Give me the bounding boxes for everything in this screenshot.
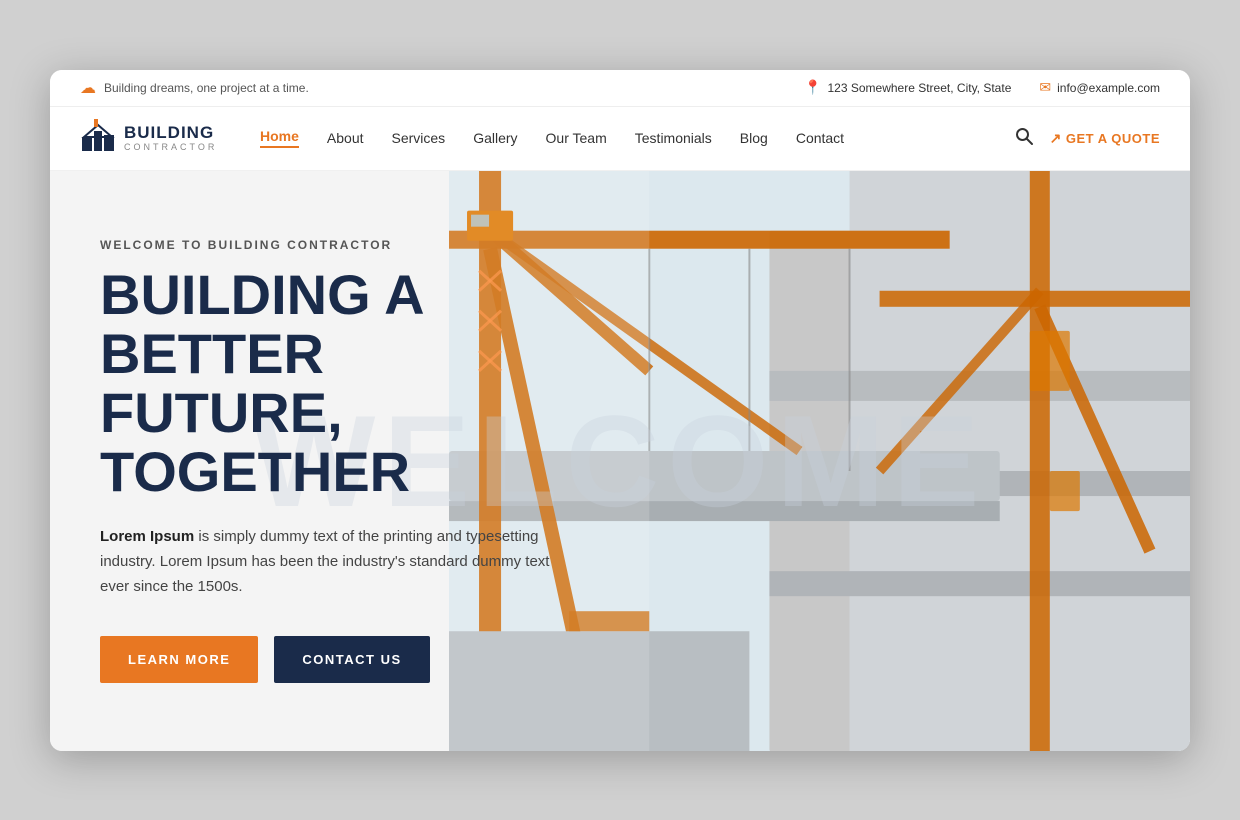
quote-label: GET A QUOTE	[1066, 131, 1160, 146]
tagline-text: Building dreams, one project at a time.	[104, 81, 309, 95]
mail-icon: ✉	[1039, 79, 1051, 96]
nav-about[interactable]: About	[327, 130, 364, 146]
pin-icon: 📍	[804, 79, 821, 96]
info-bar: ☁ Building dreams, one project at a time…	[50, 70, 1190, 107]
nav-blog[interactable]: Blog	[740, 130, 768, 146]
hero-section: WELCOME	[50, 171, 1190, 751]
logo-subtitle: CONTRACTOR	[124, 142, 217, 152]
logo: BUILDING CONTRACTOR	[80, 117, 220, 160]
hero-content: WELCOME TO BUILDING CONTRACTOR BUILDING …	[50, 178, 650, 742]
nav-gallery[interactable]: Gallery	[473, 130, 517, 146]
logo-title: BUILDING	[124, 124, 217, 143]
nav-services[interactable]: Services	[392, 130, 446, 146]
info-bar-contacts: 📍 123 Somewhere Street, City, State ✉ in…	[804, 79, 1160, 96]
contact-us-button[interactable]: CONTACT US	[274, 636, 429, 683]
nav-our-team[interactable]: Our Team	[546, 130, 607, 146]
hero-description: Lorem Ipsum is simply dummy text of the …	[100, 525, 580, 599]
address-item: 📍 123 Somewhere Street, City, State	[804, 79, 1011, 96]
nav-actions: ↗ GET A QUOTE	[1014, 126, 1160, 151]
nav-contact[interactable]: Contact	[796, 130, 844, 146]
hero-eyebrow: WELCOME TO BUILDING CONTRACTOR	[100, 238, 610, 252]
browser-frame: ☁ Building dreams, one project at a time…	[50, 70, 1190, 751]
hero-title-line2: FUTURE, TOGETHER	[100, 381, 410, 503]
email-item: ✉ info@example.com	[1039, 79, 1160, 96]
address-text: 123 Somewhere Street, City, State	[828, 81, 1012, 95]
hero-title-line1: BUILDING A BETTER	[100, 263, 423, 385]
hero-buttons: LEARN MORE CONTACT US	[100, 636, 610, 683]
learn-more-button[interactable]: LEARN MORE	[100, 636, 258, 683]
arrow-icon: ↗	[1050, 130, 1062, 147]
nav-testimonials[interactable]: Testimonials	[635, 130, 712, 146]
search-button[interactable]	[1014, 126, 1034, 151]
nav-links: Home About Services Gallery Our Team Tes…	[260, 128, 1014, 148]
navbar: BUILDING CONTRACTOR Home About Services …	[50, 107, 1190, 171]
nav-home[interactable]: Home	[260, 128, 299, 148]
get-quote-button[interactable]: ↗ GET A QUOTE	[1050, 130, 1160, 147]
tagline-area: ☁ Building dreams, one project at a time…	[80, 78, 309, 98]
email-text: info@example.com	[1057, 81, 1160, 95]
cloud-icon: ☁	[80, 78, 96, 98]
logo-text: BUILDING CONTRACTOR	[124, 124, 217, 153]
hero-title: BUILDING A BETTER FUTURE, TOGETHER	[100, 266, 610, 501]
hero-desc-bold: Lorem Ipsum	[100, 528, 194, 545]
logo-icon	[80, 117, 116, 160]
